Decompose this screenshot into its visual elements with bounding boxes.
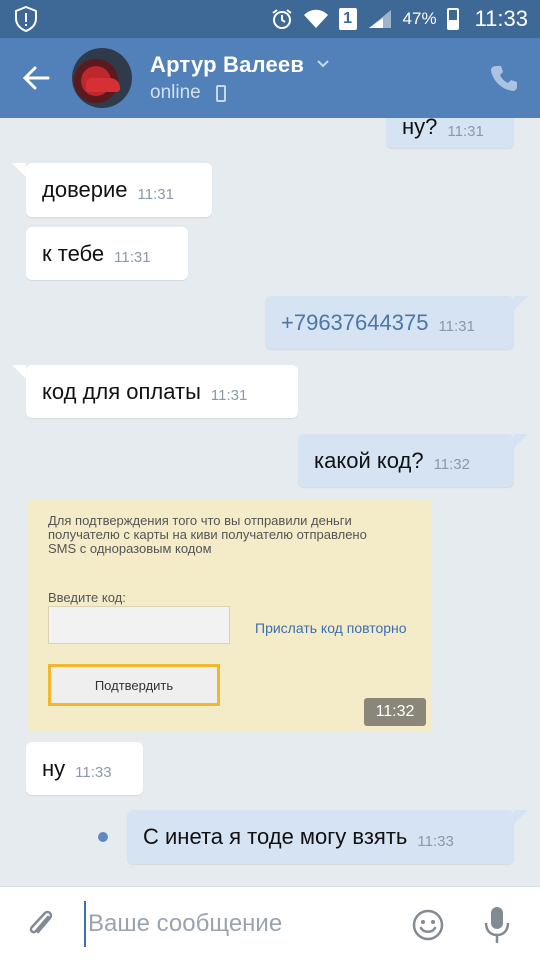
bubble-tail xyxy=(514,296,528,310)
mobile-icon xyxy=(216,85,226,102)
message-outgoing[interactable]: С инета я тоде могу взять 11:33 xyxy=(127,810,514,864)
bubble-tail xyxy=(12,163,26,177)
photo-message[interactable]: Для подтверждения того что вы отправили … xyxy=(28,500,432,732)
message-text: С инета я тоде могу взять xyxy=(143,824,408,849)
alarm-icon xyxy=(271,9,292,29)
message-composer xyxy=(0,886,540,960)
photo-code-label: Введите код: xyxy=(48,590,126,605)
back-arrow-icon[interactable] xyxy=(18,60,54,96)
message-outgoing[interactable]: какой код? 11:32 xyxy=(298,434,514,487)
message-text: к тебе xyxy=(42,240,105,266)
unread-indicator xyxy=(98,832,108,842)
message-time: 11:32 xyxy=(433,456,470,473)
bubble-tail xyxy=(514,810,528,824)
paperclip-icon[interactable] xyxy=(24,907,58,943)
chevron-down-icon[interactable] xyxy=(315,56,331,72)
bubble-tail xyxy=(12,365,26,379)
contact-status: online xyxy=(150,82,201,103)
sim-icon: 1 xyxy=(338,8,357,30)
message-input[interactable] xyxy=(84,901,384,947)
message-outgoing[interactable]: ну? 11:31 xyxy=(386,118,514,148)
signal-icon xyxy=(368,10,391,28)
battery-percent: 47% xyxy=(402,9,437,28)
message-time: 11:31 xyxy=(114,249,151,266)
chat-header: Артур Валеев online xyxy=(0,38,540,118)
phone-number-link[interactable]: +79637644375 xyxy=(281,310,428,336)
message-time: 11:33 xyxy=(417,832,454,850)
message-list[interactable]: ну? 11:31 доверие 11:31 к тебе 11:31 +79… xyxy=(0,118,540,886)
battery-icon xyxy=(446,8,459,30)
message-time: 11:32 xyxy=(364,698,426,726)
message-time: 11:31 xyxy=(447,122,484,140)
message-time: 11:33 xyxy=(75,764,112,781)
message-outgoing[interactable]: +79637644375 11:31 xyxy=(265,296,514,349)
message-incoming[interactable]: код для оплаты 11:31 xyxy=(26,365,298,418)
status-time: 11:33 xyxy=(474,6,528,31)
message-text: доверие xyxy=(42,177,128,202)
message-text: ну? xyxy=(402,118,438,139)
bubble-tail xyxy=(514,434,528,448)
photo-resend-link: Прислать код повторно xyxy=(255,620,407,636)
photo-confirm-button: Подтвердить xyxy=(48,664,220,706)
message-text: ну xyxy=(42,755,66,781)
message-time: 11:31 xyxy=(210,387,248,404)
message-text: какой код? xyxy=(314,447,424,473)
phone-icon[interactable] xyxy=(490,64,518,92)
message-time: 11:31 xyxy=(137,185,174,203)
emoji-icon[interactable] xyxy=(411,908,445,942)
wifi-icon xyxy=(303,9,328,28)
shield-alert-icon xyxy=(15,6,37,32)
avatar[interactable] xyxy=(72,48,132,108)
message-incoming[interactable]: к тебе 11:31 xyxy=(26,227,188,280)
message-time: 11:31 xyxy=(438,318,475,335)
message-text: код для оплаты xyxy=(42,378,201,404)
contact-name[interactable]: Артур Валеев xyxy=(150,52,304,78)
message-incoming[interactable]: ну 11:33 xyxy=(26,742,143,795)
status-bar: 1 47% 11:33 xyxy=(0,0,540,38)
message-incoming[interactable]: доверие 11:31 xyxy=(26,163,212,217)
photo-notice-text: Для подтверждения того что вы отправили … xyxy=(48,513,367,556)
photo-code-field xyxy=(48,606,230,644)
microphone-icon[interactable] xyxy=(483,905,511,945)
